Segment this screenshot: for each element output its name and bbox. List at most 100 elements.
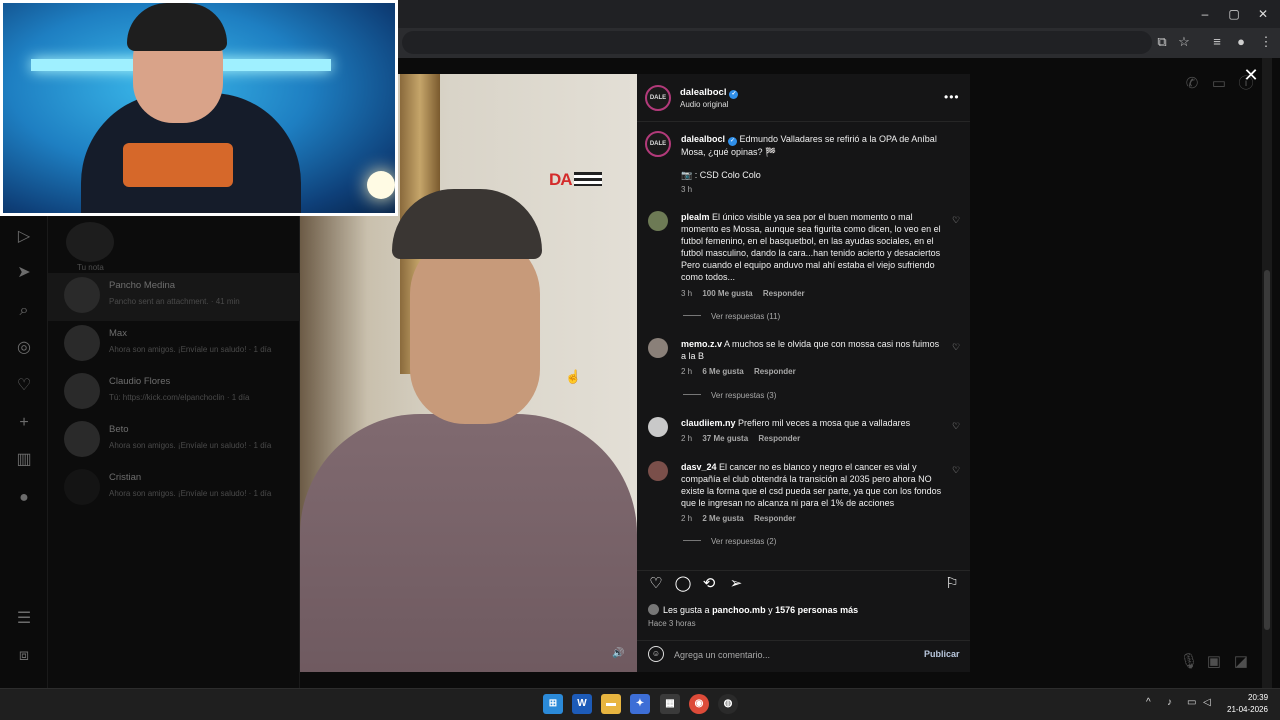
view-replies-button[interactable]: Ver respuestas (11) xyxy=(683,312,780,321)
volume-icon[interactable]: ◁ xyxy=(1203,697,1211,708)
more-options-icon[interactable]: ••• xyxy=(944,90,960,104)
comment-likes[interactable]: 6 Me gusta xyxy=(702,367,743,376)
username-text: dalealbocl xyxy=(680,87,727,98)
video-call-icon[interactable]: ▭ xyxy=(1209,74,1229,94)
close-icon[interactable]: ✕ xyxy=(1242,66,1260,84)
dashboard-icon[interactable]: ▥ xyxy=(14,450,34,470)
menu-icon[interactable]: ☰ xyxy=(14,609,34,629)
reply-button[interactable]: Responder xyxy=(754,514,796,523)
likes-summary[interactable]: Les gusta a panchoo.mb y 1576 personas m… xyxy=(648,604,858,615)
post-username[interactable]: dalealbocl ✓ xyxy=(680,87,739,99)
save-icon[interactable]: ⚐ xyxy=(943,575,961,593)
streamer-hair xyxy=(127,3,227,51)
explore-icon[interactable]: ◎ xyxy=(14,338,34,358)
chat-item[interactable]: Pancho Medina Pancho sent an attachment.… xyxy=(48,273,300,321)
store-icon[interactable]: ▦ xyxy=(660,694,680,714)
like-comment-icon[interactable]: ♡ xyxy=(952,465,960,476)
chrome-icon[interactable]: ◉ xyxy=(689,694,709,714)
note-avatar[interactable] xyxy=(66,222,114,262)
emoji-icon[interactable]: ☺ xyxy=(648,646,664,662)
threads-icon[interactable]: ⧈ xyxy=(14,646,34,666)
comment-username[interactable]: claudiiem.ny xyxy=(681,418,736,428)
chat-item[interactable]: Cristian Ahora son amigos. ¡Envíale un s… xyxy=(48,465,300,513)
repost-icon[interactable]: ⟲ xyxy=(700,575,718,593)
conversation-pane xyxy=(970,58,1260,688)
view-replies-button[interactable]: Ver respuestas (3) xyxy=(683,391,776,400)
note-label: Tu nota xyxy=(77,263,104,272)
caption-avatar[interactable]: DALE xyxy=(645,131,671,157)
comment-username[interactable]: dasv_24 xyxy=(681,462,717,472)
comment-meta: 2 h 37 Me gusta Responder xyxy=(681,434,800,443)
comment-avatar[interactable] xyxy=(648,417,668,437)
share-icon[interactable]: ➢ xyxy=(727,575,745,593)
comment-avatar[interactable] xyxy=(648,211,668,231)
chat-name: Max xyxy=(109,328,127,339)
comment-likes[interactable]: 2 Me gusta xyxy=(702,514,743,523)
heart-icon[interactable]: ♡ xyxy=(14,376,34,396)
media-controls-icon[interactable]: ≡ xyxy=(1207,33,1227,51)
chat-item[interactable]: Claudio Flores Tú: https://kick.com/elpa… xyxy=(48,369,300,417)
minimize-button[interactable]: – xyxy=(1190,4,1220,24)
copilot-icon[interactable]: ✦ xyxy=(630,694,650,714)
comment-username[interactable]: memo.z.v xyxy=(681,339,722,349)
obs-icon[interactable]: ◍ xyxy=(718,694,738,714)
audio-label[interactable]: Audio original xyxy=(680,100,728,109)
chat-item[interactable]: Max Ahora son amigos. ¡Envíale un saludo… xyxy=(48,321,300,369)
comment-input[interactable] xyxy=(674,648,904,662)
reels-icon[interactable]: ▷ xyxy=(14,227,34,247)
sticker-icon[interactable]: ◪ xyxy=(1231,652,1251,672)
comment-avatar[interactable] xyxy=(648,338,668,358)
word-icon[interactable]: W xyxy=(572,694,592,714)
browser-menu-icon[interactable]: ⋮ xyxy=(1256,33,1276,51)
person-face xyxy=(410,234,540,424)
search-icon[interactable]: ⌕ xyxy=(14,301,34,321)
chat-item[interactable]: Beto Ahora son amigos. ¡Envíale un salud… xyxy=(48,417,300,465)
close-window-button[interactable]: ✕ xyxy=(1248,4,1278,24)
clock-time[interactable]: 20:39 xyxy=(1248,693,1268,702)
create-icon[interactable]: + xyxy=(14,413,34,433)
like-comment-icon[interactable]: ♡ xyxy=(952,342,960,353)
profile-avatar-icon[interactable]: ● xyxy=(1231,33,1251,51)
view-replies-button[interactable]: Ver respuestas (2) xyxy=(683,537,776,546)
likes-prefix: Les gusta a xyxy=(663,605,710,615)
microphone-icon[interactable]: 🎙 xyxy=(1179,652,1199,672)
network-icon[interactable]: ▭ xyxy=(1187,697,1196,708)
caption-username[interactable]: dalealbocl xyxy=(681,134,725,144)
tray-overflow-icon[interactable]: ^ xyxy=(1146,697,1151,708)
start-icon[interactable]: ⊞ xyxy=(543,694,563,714)
reply-button[interactable]: Responder xyxy=(763,289,805,298)
reply-button[interactable]: Responder xyxy=(758,434,800,443)
comment-icon[interactable]: ◯ xyxy=(674,575,692,593)
speaker-icon[interactable]: 🔊 xyxy=(612,648,624,659)
bookmark-star-icon[interactable]: ☆ xyxy=(1174,33,1194,51)
reply-button[interactable]: Responder xyxy=(754,367,796,376)
install-app-icon[interactable]: ⧉ xyxy=(1152,33,1172,51)
avatar xyxy=(64,325,100,361)
likes-user[interactable]: panchoo.mb xyxy=(712,605,766,615)
comment-body: El único visible ya sea por el buen mome… xyxy=(681,212,941,282)
comment-likes[interactable]: 100 Me gusta xyxy=(702,289,752,298)
address-bar[interactable] xyxy=(402,31,1152,54)
image-icon[interactable]: ▣ xyxy=(1204,652,1224,672)
likes-others[interactable]: 1576 personas más xyxy=(775,605,858,615)
profile-icon[interactable]: ● xyxy=(14,488,34,508)
maximize-button[interactable]: ▢ xyxy=(1219,4,1249,24)
microphone-tray-icon[interactable]: ♪ xyxy=(1167,697,1172,708)
like-comment-icon[interactable]: ♡ xyxy=(952,421,960,432)
chat-name: Cristian xyxy=(109,472,142,483)
scrollbar-thumb[interactable] xyxy=(1264,270,1270,630)
phone-icon[interactable]: ✆ xyxy=(1182,74,1202,94)
divider xyxy=(637,640,970,641)
publish-button[interactable]: Publicar xyxy=(924,649,960,659)
comment-likes[interactable]: 37 Me gusta xyxy=(702,434,748,443)
comment-avatar[interactable] xyxy=(648,461,668,481)
like-icon[interactable]: ♡ xyxy=(647,575,665,593)
like-comment-icon[interactable]: ♡ xyxy=(952,215,960,226)
messages-icon[interactable]: ➤ xyxy=(14,263,34,283)
file-explorer-icon[interactable]: ▬ xyxy=(601,694,621,714)
comment-username[interactable]: plealm xyxy=(681,212,710,222)
post-avatar[interactable]: DALE xyxy=(645,85,671,111)
logo-text: DA xyxy=(549,170,573,189)
clock-date[interactable]: 21-04-2026 xyxy=(1227,705,1268,714)
post-timestamp: Hace 3 horas xyxy=(648,619,696,628)
